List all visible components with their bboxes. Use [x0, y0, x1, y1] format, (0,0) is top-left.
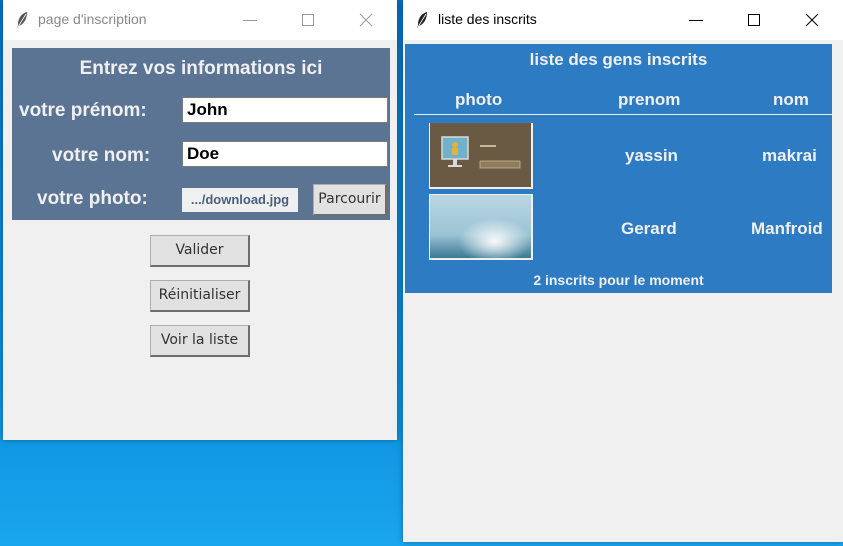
column-header-nom: nom: [773, 90, 809, 109]
row1-nom: makrai: [762, 146, 817, 165]
minimize-button[interactable]: [673, 0, 719, 40]
photo-filename: .../download.jpg: [182, 188, 298, 212]
maximize-button[interactable]: [731, 0, 777, 40]
registration-titlebar[interactable]: page d'inscription: [3, 0, 397, 40]
header-divider: [414, 114, 832, 115]
row2-nom: Manfroid: [751, 219, 823, 238]
list-heading: liste des gens inscrits: [529, 50, 708, 69]
row1-prenom: yassin: [625, 146, 678, 165]
row2-prenom: Gerard: [621, 219, 677, 238]
registration-count: 2 inscrits pour le moment: [533, 272, 704, 288]
form-panel: Entrez vos informations ici votre prénom…: [12, 48, 390, 220]
sea-horizon-thumbnail-icon: [429, 194, 533, 260]
first-name-input[interactable]: [182, 97, 388, 123]
list-window: liste des inscrits liste des gens inscri…: [403, 0, 843, 542]
minimize-button[interactable]: [227, 0, 273, 40]
form-heading: Entrez vos informations ici: [79, 58, 323, 79]
computer-screen-thumbnail-icon: [429, 123, 533, 189]
show-list-button[interactable]: Voir la liste: [150, 325, 250, 357]
browse-button[interactable]: Parcourir: [313, 184, 387, 216]
close-button[interactable]: [789, 0, 835, 40]
close-button[interactable]: [343, 0, 389, 40]
maximize-button[interactable]: [285, 0, 331, 40]
last-name-label: votre nom:: [52, 145, 151, 166]
last-name-input[interactable]: [182, 141, 388, 167]
registration-window: page d'inscription Entrez vos informatio…: [3, 0, 397, 440]
photo-label: votre photo:: [37, 188, 148, 209]
feather-icon: [417, 12, 427, 28]
validate-button[interactable]: Valider: [150, 235, 250, 267]
window-title: liste des inscrits: [438, 11, 537, 27]
feather-icon: [17, 12, 27, 28]
window-title: page d'inscription: [38, 11, 147, 27]
first-name-label: votre prénom:: [19, 100, 147, 121]
list-panel: liste des gens inscrits photo prenom nom…: [405, 44, 832, 293]
column-header-prenom: prenom: [618, 90, 681, 109]
column-header-photo: photo: [455, 90, 503, 109]
reset-button[interactable]: Réinitialiser: [150, 280, 250, 312]
list-titlebar[interactable]: liste des inscrits: [403, 0, 843, 40]
